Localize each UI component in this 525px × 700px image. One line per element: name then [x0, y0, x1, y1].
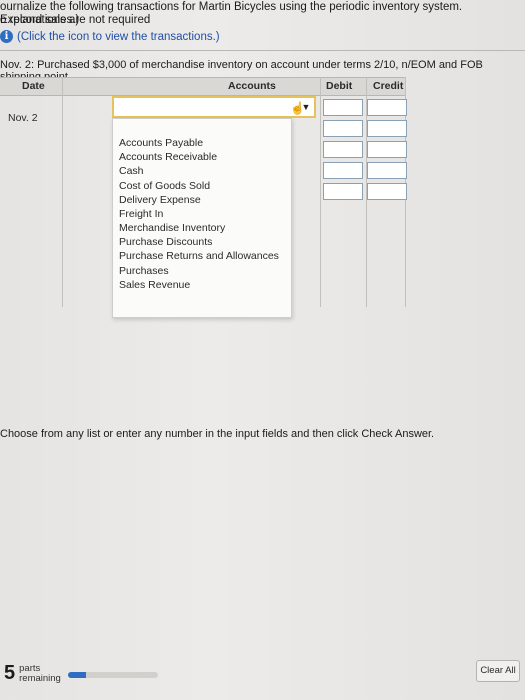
progress-fill — [68, 672, 86, 678]
parts-label-line2: remaining — [19, 672, 61, 684]
credit-input[interactable] — [367, 99, 407, 116]
parts-count: 5 — [4, 662, 16, 684]
dropdown-option[interactable]: Sales Revenue — [119, 279, 190, 291]
account-dropdown-list: Accounts Payable Accounts Receivable Cas… — [112, 118, 292, 318]
info-icon[interactable]: i — [0, 30, 13, 43]
dropdown-option[interactable]: Accounts Receivable — [119, 151, 217, 163]
column-divider — [62, 77, 63, 307]
header-date: Date — [22, 80, 45, 92]
clear-all-button[interactable]: Clear All — [476, 660, 520, 682]
view-transactions-link[interactable]: (Click the icon to view the transactions… — [17, 31, 220, 43]
info-row[interactable]: i (Click the icon to view the transactio… — [0, 30, 220, 43]
debit-input[interactable] — [323, 141, 363, 158]
instructions-line2: o record sales.) — [0, 14, 80, 26]
dropdown-option[interactable]: Purchase Discounts — [119, 236, 212, 248]
dropdown-option[interactable]: Merchandise Inventory — [119, 222, 225, 234]
debit-input[interactable] — [323, 162, 363, 179]
header-accounts: Accounts — [228, 80, 276, 92]
credit-input[interactable] — [367, 120, 407, 137]
credit-input[interactable] — [367, 141, 407, 158]
dropdown-option[interactable]: Delivery Expense — [119, 194, 201, 206]
date-cell: Nov. 2 — [8, 112, 38, 124]
pointer-cursor-icon: ☝ — [290, 101, 305, 115]
parts-label: parts remaining — [19, 663, 61, 684]
dropdown-option[interactable]: Freight In — [119, 208, 163, 220]
progress-bar — [68, 672, 158, 678]
dropdown-option[interactable]: Cost of Goods Sold — [119, 180, 210, 192]
dropdown-option[interactable]: Purchases — [119, 265, 169, 277]
dropdown-option[interactable]: Accounts Payable — [119, 137, 203, 149]
column-divider — [320, 77, 321, 307]
account-select[interactable] — [112, 96, 316, 118]
journal-table-header: Date Accounts Debit Credit — [0, 77, 405, 96]
parts-remaining: 5 parts remaining — [4, 662, 61, 685]
help-note: Choose from any list or enter any number… — [0, 428, 435, 440]
journal-page: ournalize the following transactions for… — [0, 0, 525, 700]
debit-input[interactable] — [323, 183, 363, 200]
credit-input[interactable] — [367, 162, 407, 179]
header-debit: Debit — [326, 80, 353, 92]
dropdown-option[interactable]: Purchase Returns and Allowances — [119, 250, 279, 262]
dropdown-option[interactable]: Cash — [119, 165, 144, 177]
credit-input[interactable] — [367, 183, 407, 200]
header-credit: Credit — [373, 80, 404, 92]
divider — [0, 50, 525, 51]
debit-input[interactable] — [323, 99, 363, 116]
debit-input[interactable] — [323, 120, 363, 137]
